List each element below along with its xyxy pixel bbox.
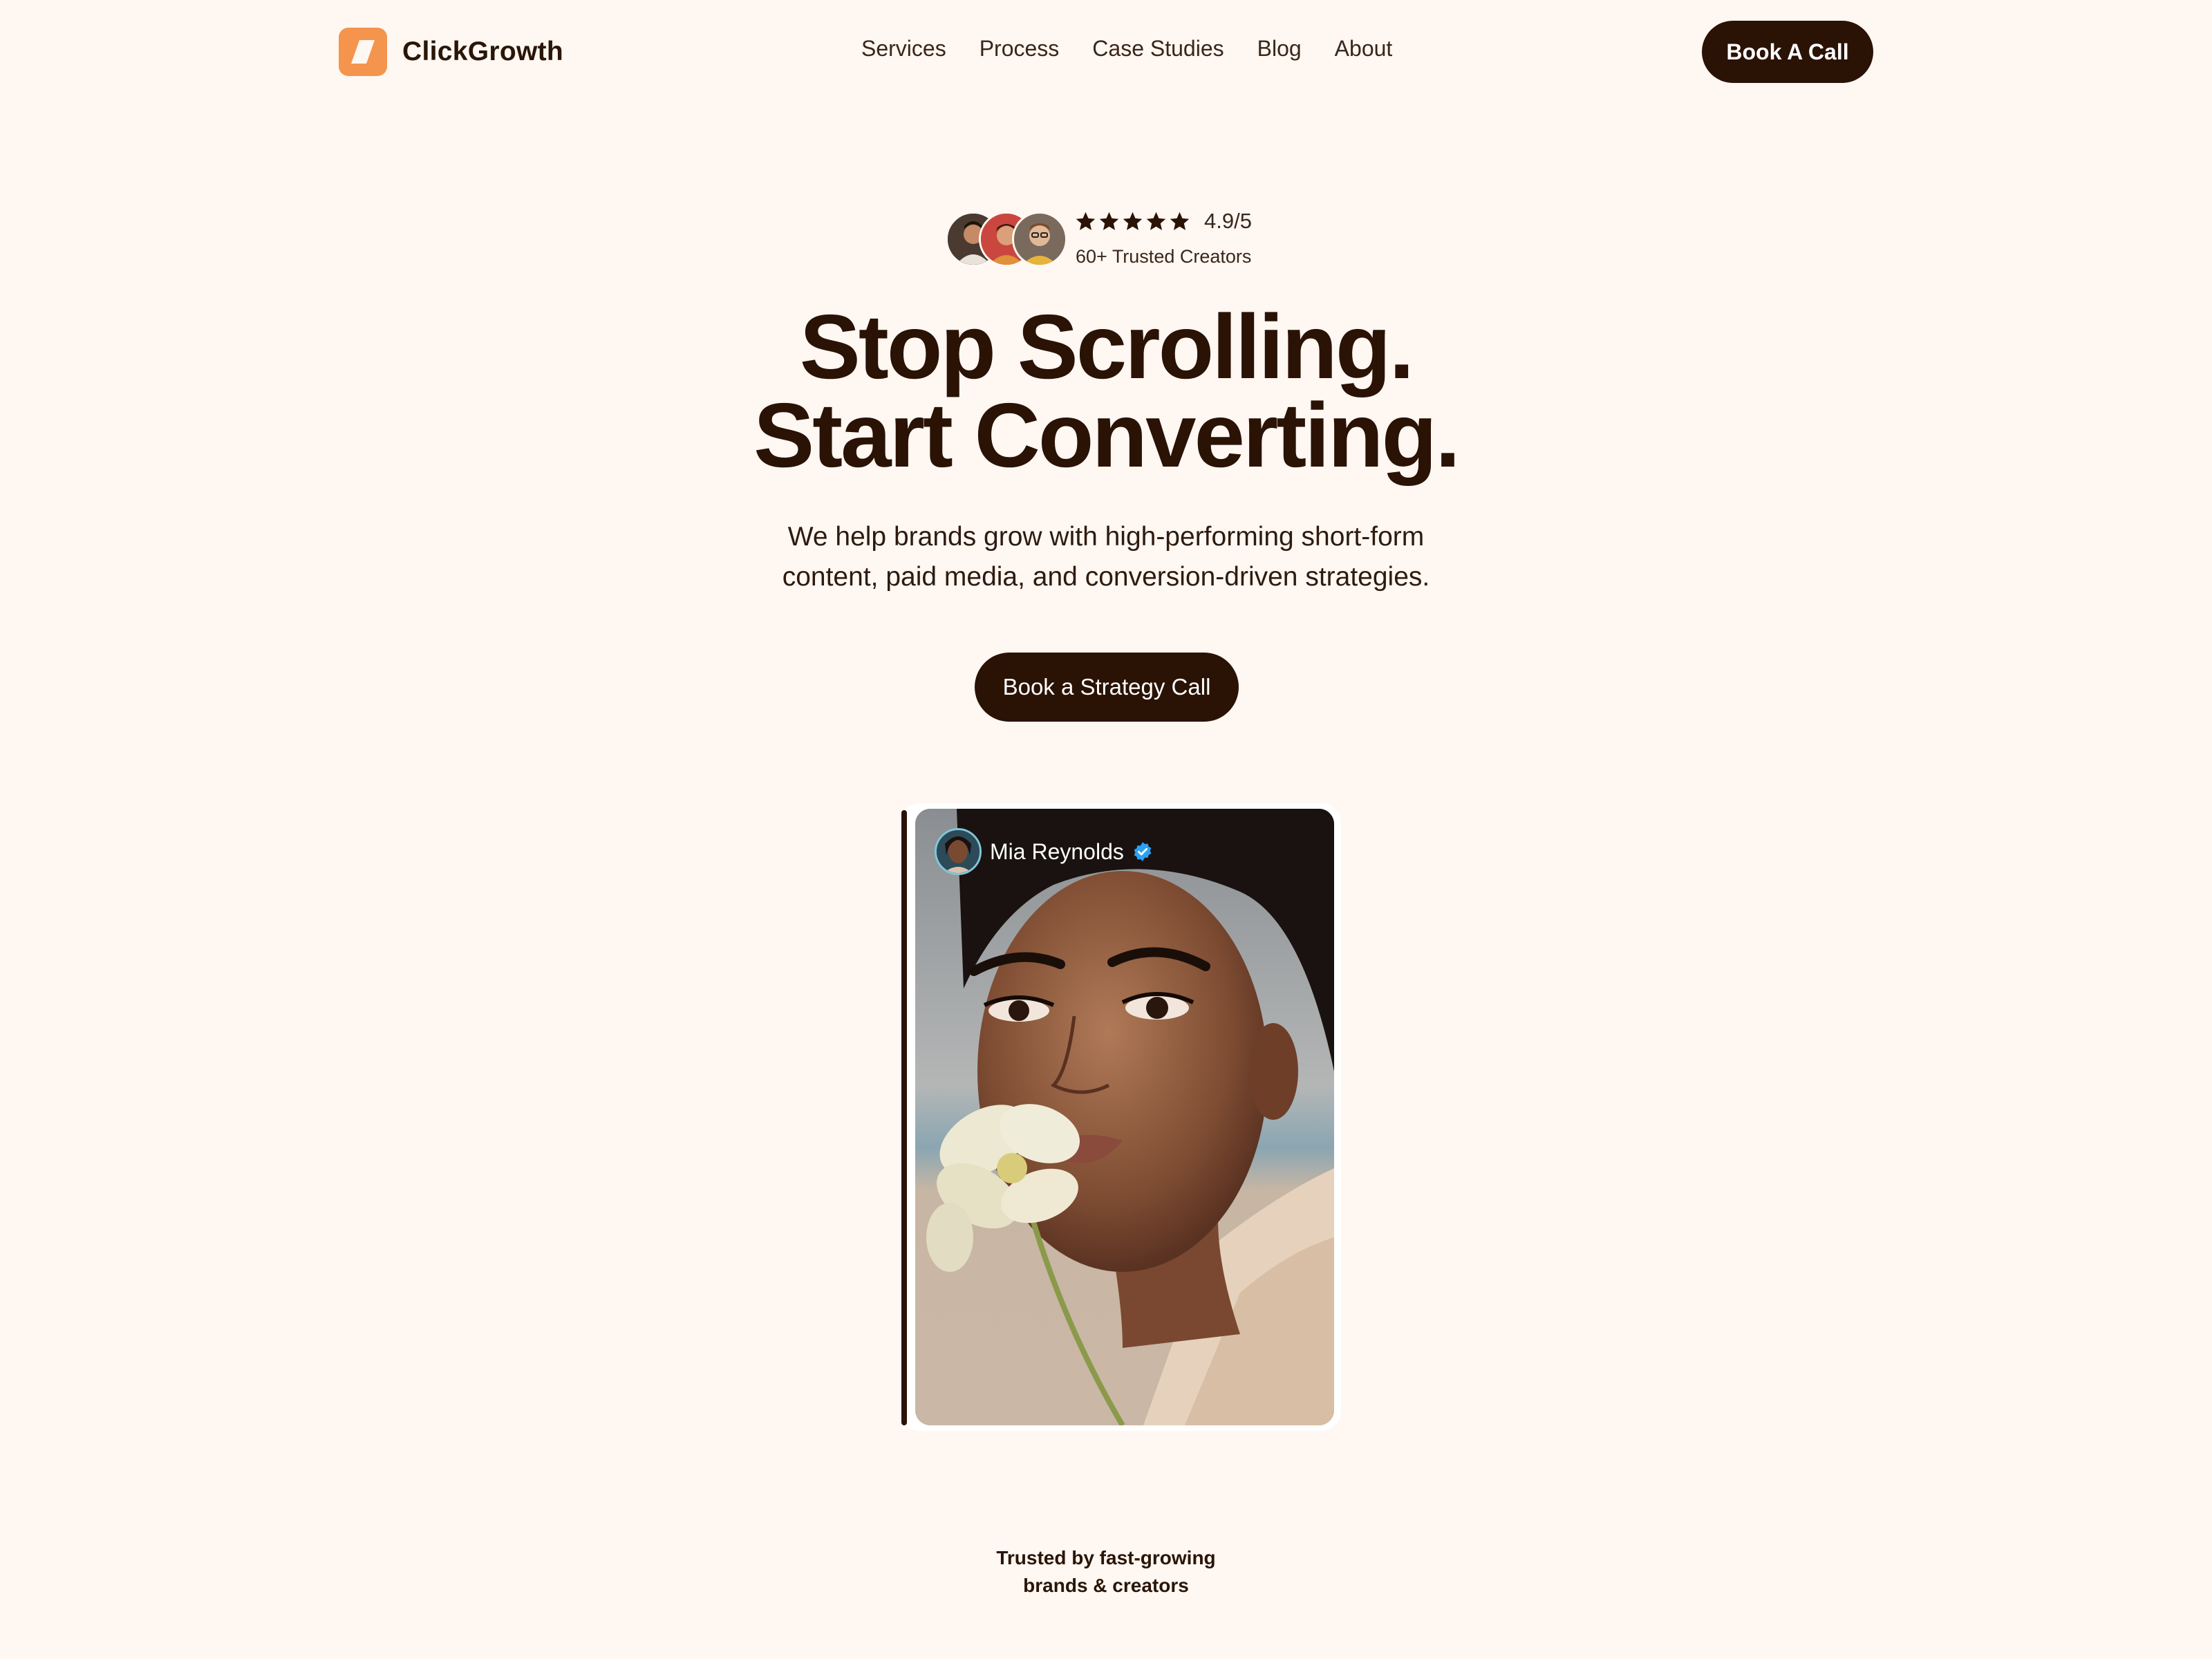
nav-link-about[interactable]: About bbox=[1335, 36, 1393, 62]
avatar bbox=[1012, 212, 1067, 267]
star-rating: 4.9/5 bbox=[1074, 209, 1252, 234]
rating-subtitle: 60+ Trusted Creators bbox=[1076, 246, 1252, 267]
creator-avatar bbox=[935, 828, 982, 875]
star-icon bbox=[1123, 212, 1143, 230]
brand-logo[interactable]: ClickGrowth bbox=[339, 28, 563, 76]
hero-subtitle: We help brands grow with high-performing… bbox=[0, 517, 2212, 597]
star-icon bbox=[1170, 212, 1190, 230]
book-a-call-button[interactable]: Book A Call bbox=[1702, 21, 1873, 83]
hero-title-line2: Start Converting. bbox=[753, 384, 1461, 486]
nav-link-process[interactable]: Process bbox=[980, 36, 1060, 62]
hero-title-line1: Stop Scrolling. bbox=[799, 296, 1414, 397]
star-icon bbox=[1099, 212, 1119, 230]
book-strategy-call-button[interactable]: Book a Strategy Call bbox=[975, 653, 1239, 722]
logo-mark-icon bbox=[339, 28, 387, 76]
trusted-line1: Trusted by fast-growing bbox=[996, 1547, 1216, 1568]
nav-link-blog[interactable]: Blog bbox=[1257, 36, 1302, 62]
star-icon bbox=[1146, 212, 1166, 230]
creator-tag[interactable]: Mia Reynolds bbox=[935, 828, 1153, 875]
brand-name: ClickGrowth bbox=[402, 37, 563, 66]
top-navigation: ClickGrowth Services Process Case Studie… bbox=[0, 0, 2212, 104]
creator-video-card[interactable]: Mia Reynolds bbox=[915, 809, 1334, 1425]
star-icon bbox=[1076, 212, 1096, 230]
card-stack-edge bbox=[901, 810, 907, 1425]
portrait-image bbox=[915, 809, 1334, 1425]
hero-subtitle-line2: content, paid media, and conversion-driv… bbox=[782, 562, 1430, 592]
nav-link-services[interactable]: Services bbox=[861, 36, 946, 62]
hero-title: Stop Scrolling. Start Converting. bbox=[0, 301, 2212, 481]
rating-value: 4.9/5 bbox=[1204, 209, 1252, 233]
nav-link-case-studies[interactable]: Case Studies bbox=[1092, 36, 1224, 62]
landing-page: ClickGrowth Services Process Case Studie… bbox=[0, 0, 2212, 1659]
trusted-by-caption: Trusted by fast-growing brands & creator… bbox=[0, 1544, 2212, 1600]
verified-badge-icon bbox=[1134, 842, 1152, 861]
creator-avatars bbox=[946, 212, 1073, 270]
creator-name: Mia Reynolds bbox=[990, 838, 1124, 864]
trusted-line2: brands & creators bbox=[1023, 1575, 1189, 1596]
nav-links: Services Process Case Studies Blog About bbox=[861, 36, 1392, 62]
hero-subtitle-line1: We help brands grow with high-performing… bbox=[787, 522, 1425, 552]
